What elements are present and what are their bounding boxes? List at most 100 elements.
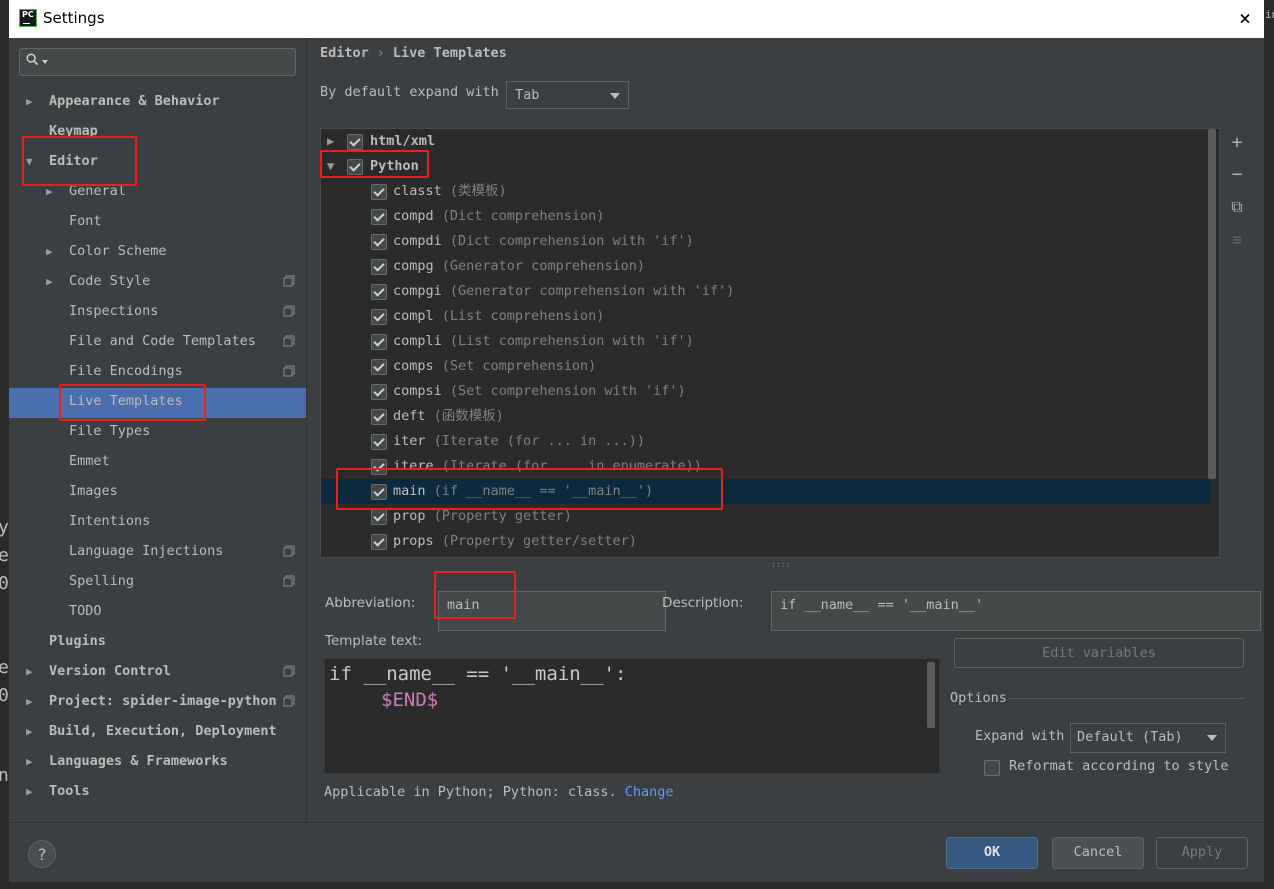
reformat-checkbox[interactable] — [984, 760, 1000, 776]
editor-scrollbar[interactable] — [927, 662, 935, 728]
sidebar-item-build-execution-deployment[interactable]: Build, Execution, Deployment — [49, 716, 277, 746]
template-row[interactable]: iter (Iterate (for ... in ...)) — [321, 429, 1211, 454]
sidebar-item-plugins[interactable]: Plugins — [49, 626, 106, 656]
template-checkbox[interactable] — [371, 184, 387, 200]
template-abbreviation: compli — [393, 333, 442, 349]
template-group-row[interactable]: ▼ Python — [321, 154, 1211, 179]
sidebar-item-editor[interactable]: Editor — [49, 146, 98, 176]
template-checkbox[interactable] — [371, 334, 387, 350]
expand-with-label: Expand with — [975, 728, 1065, 744]
sidebar-item-project-spider-image-python[interactable]: Project: spider-image-python — [49, 686, 277, 716]
description-input[interactable]: if __name__ == '__main__' — [771, 591, 1261, 631]
sidebar-item-file-encodings[interactable]: File Encodings — [69, 356, 183, 386]
sidebar-item-appearance-behavior[interactable]: Appearance & Behavior — [49, 86, 220, 116]
template-checkbox[interactable] — [371, 284, 387, 300]
sidebar-item-general[interactable]: General — [69, 176, 126, 206]
sidebar-item-color-scheme[interactable]: Color Scheme — [69, 236, 167, 266]
collapsed-arrow-icon[interactable]: ▶ — [26, 755, 33, 768]
collapsed-arrow-icon[interactable]: ▶ — [26, 95, 33, 108]
remove-icon[interactable]: − — [1228, 166, 1246, 184]
expanded-arrow-icon[interactable]: ▼ — [26, 155, 33, 168]
sidebar-item-keymap[interactable]: Keymap — [49, 116, 98, 146]
sidebar-item-languages-frameworks[interactable]: Languages & Frameworks — [49, 746, 228, 776]
template-checkbox[interactable] — [371, 484, 387, 500]
template-row[interactable]: compl (List comprehension) — [321, 304, 1211, 329]
template-row[interactable]: deft (函数模板) — [321, 404, 1211, 429]
template-abbreviation: prop — [393, 508, 426, 524]
group-checkbox[interactable] — [347, 134, 363, 150]
template-description: (if __name__ == '__main__') — [433, 483, 654, 499]
copy-icon[interactable]: ⧉ — [1228, 198, 1246, 216]
collapsed-arrow-icon[interactable]: ▶ — [26, 695, 33, 708]
sidebar-item-file-types[interactable]: File Types — [69, 416, 150, 446]
template-row[interactable]: compg (Generator comprehension) — [321, 254, 1211, 279]
settings-search-input[interactable] — [19, 48, 296, 76]
template-checkbox[interactable] — [371, 234, 387, 250]
template-checkbox[interactable] — [371, 209, 387, 225]
abbreviation-input[interactable]: main — [438, 591, 666, 631]
template-row[interactable]: main (if __name__ == '__main__') — [321, 479, 1211, 504]
default-expand-select[interactable]: Tab — [506, 81, 629, 109]
add-icon[interactable]: + — [1228, 134, 1246, 152]
expanded-arrow-icon[interactable]: ▼ — [327, 154, 334, 179]
options-divider — [1008, 698, 1244, 699]
sidebar-item-images[interactable]: Images — [69, 476, 118, 506]
sidebar-item-language-injections[interactable]: Language Injections — [69, 536, 223, 566]
help-button[interactable]: ? — [28, 840, 56, 868]
sidebar-item-intentions[interactable]: Intentions — [69, 506, 150, 536]
collapsed-arrow-icon[interactable]: ▶ — [327, 129, 334, 154]
template-row[interactable]: classt (类模板) — [321, 179, 1211, 204]
collapsed-arrow-icon[interactable]: ▶ — [46, 185, 53, 198]
template-checkbox[interactable] — [371, 509, 387, 525]
template-checkbox[interactable] — [371, 434, 387, 450]
group-checkbox[interactable] — [347, 159, 363, 175]
close-icon[interactable]: × — [1235, 8, 1255, 28]
sidebar-item-spelling[interactable]: Spelling — [69, 566, 134, 596]
sidebar-item-tools[interactable]: Tools — [49, 776, 90, 806]
edit-variables-button[interactable]: Edit variables — [954, 638, 1244, 668]
template-row[interactable]: compd (Dict comprehension) — [321, 204, 1211, 229]
template-row[interactable]: compdi (Dict comprehension with 'if') — [321, 229, 1211, 254]
template-checkbox[interactable] — [371, 259, 387, 275]
sidebar-item-live-templates[interactable]: Live Templates — [69, 386, 183, 416]
template-row[interactable]: compsi (Set comprehension with 'if') — [321, 379, 1211, 404]
sidebar-item-code-style[interactable]: Code Style — [69, 266, 150, 296]
template-text-editor[interactable]: if __name__ == '__main__': $END$ — [324, 658, 940, 774]
collapsed-arrow-icon[interactable]: ▶ — [26, 785, 33, 798]
collapsed-arrow-icon[interactable]: ▶ — [26, 725, 33, 738]
template-row[interactable]: prop (Property getter) — [321, 504, 1211, 529]
template-row[interactable]: compgi (Generator comprehension with 'if… — [321, 279, 1211, 304]
template-checkbox[interactable] — [371, 359, 387, 375]
sidebar-item-version-control[interactable]: Version Control — [49, 656, 171, 686]
template-checkbox[interactable] — [371, 309, 387, 325]
template-description: (Set comprehension) — [441, 358, 597, 374]
expand-with-value: Default (Tab) — [1077, 729, 1183, 745]
collapsed-arrow-icon[interactable]: ▶ — [46, 245, 53, 258]
sidebar-item-file-and-code-templates[interactable]: File and Code Templates — [69, 326, 256, 356]
template-group-row[interactable]: ▶ html/xml — [321, 129, 1211, 154]
template-row[interactable]: props (Property getter/setter) — [321, 529, 1211, 554]
collapsed-arrow-icon[interactable]: ▶ — [26, 665, 33, 678]
template-abbreviation: compdi — [393, 233, 442, 249]
sidebar-item-inspections[interactable]: Inspections — [69, 296, 158, 326]
templates-scrollbar[interactable] — [1208, 129, 1216, 479]
splitter-handle[interactable]: :::: — [771, 560, 791, 569]
cancel-button[interactable]: Cancel — [1052, 837, 1144, 869]
template-checkbox[interactable] — [371, 384, 387, 400]
sidebar-item-font[interactable]: Font — [69, 206, 102, 236]
template-row[interactable]: comps (Set comprehension) — [321, 354, 1211, 379]
ok-button[interactable]: OK — [946, 837, 1038, 869]
template-row[interactable]: compli (List comprehension with 'if') — [321, 329, 1211, 354]
apply-button[interactable]: Apply — [1156, 837, 1248, 869]
template-checkbox[interactable] — [371, 409, 387, 425]
template-checkbox[interactable] — [371, 534, 387, 550]
move-to-group-icon[interactable]: ≡ — [1228, 231, 1246, 249]
change-context-link[interactable]: Change — [625, 784, 674, 800]
sidebar-item-emmet[interactable]: Emmet — [69, 446, 110, 476]
templates-tree[interactable]: ▶ html/xml ▼ Python classt (类模板) compd (Dict … — [320, 128, 1220, 558]
expand-with-select[interactable]: Default (Tab) — [1070, 723, 1226, 753]
collapsed-arrow-icon[interactable]: ▶ — [46, 275, 53, 288]
sidebar-item-todo[interactable]: TODO — [69, 596, 102, 626]
template-checkbox[interactable] — [371, 459, 387, 475]
template-row[interactable]: itere (Iterate (for ... in enumerate)) — [321, 454, 1211, 479]
